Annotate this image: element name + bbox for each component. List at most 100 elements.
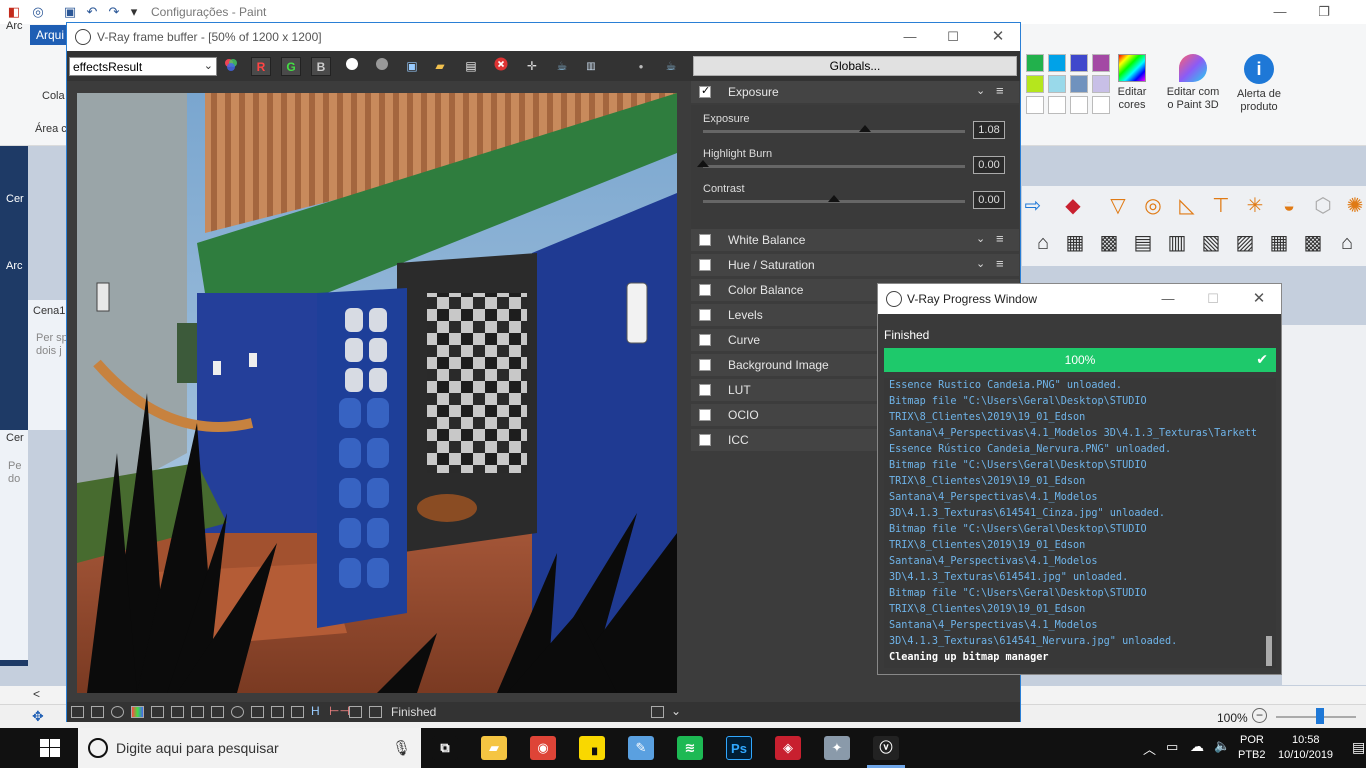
layer-checkbox[interactable] bbox=[699, 334, 711, 346]
layer-checkbox[interactable] bbox=[699, 259, 711, 271]
menu-icon[interactable]: ≡ bbox=[996, 83, 1004, 98]
zoom-fit-icon[interactable] bbox=[291, 706, 304, 718]
blue-channel-button[interactable]: B bbox=[311, 57, 331, 76]
omni-light-icon[interactable]: ✳ bbox=[1242, 193, 1268, 219]
vfb-close-button[interactable]: ✕ bbox=[988, 28, 1008, 46]
vray-icon[interactable]: ⓥ bbox=[873, 736, 899, 760]
task-view-icon[interactable]: ⧉ bbox=[432, 736, 458, 760]
contrast-slider-thumb[interactable] bbox=[828, 195, 840, 202]
contrast-value-field[interactable]: 0.00 bbox=[973, 191, 1005, 209]
render-channel-select[interactable]: effectsResult ⌄ bbox=[69, 57, 217, 76]
chevron-up-icon[interactable]: ︿ bbox=[1143, 739, 1156, 758]
sketchup-icon[interactable]: ◈ bbox=[775, 736, 801, 760]
color-swatch[interactable] bbox=[1092, 75, 1110, 93]
microphone-icon[interactable]: 🎙 bbox=[392, 739, 411, 757]
h-mirror-icon[interactable]: ⊢⊣ bbox=[329, 704, 350, 718]
lens-icon[interactable] bbox=[231, 706, 244, 718]
sketch-tool-icon[interactable]: ▩ bbox=[1300, 230, 1326, 256]
vfb-maximize-button[interactable]: ☐ bbox=[943, 28, 963, 46]
export-icon[interactable]: ⇨ bbox=[1020, 193, 1046, 219]
menu-icon[interactable]: ≡ bbox=[996, 256, 1004, 271]
sketch-tool-icon[interactable]: ⌂ bbox=[1030, 230, 1056, 256]
file-tab[interactable]: Arqui bbox=[30, 25, 70, 45]
layer-exposure[interactable]: Exposure ⌄ ≡ bbox=[691, 81, 1019, 103]
collapse-icon[interactable]: ⌄ bbox=[976, 232, 985, 245]
render-teapot-icon[interactable]: ☕ bbox=[661, 57, 681, 76]
progress-maximize-button[interactable]: ☐ bbox=[1203, 290, 1223, 308]
layer-checkbox[interactable] bbox=[699, 409, 711, 421]
paint-restore-button[interactable]: ❐ bbox=[1314, 3, 1334, 21]
green-channel-button[interactable]: G bbox=[281, 57, 301, 76]
stop-render-icon[interactable] bbox=[491, 57, 511, 76]
photoshop-icon[interactable]: Ps bbox=[726, 736, 752, 760]
sketch-tool-icon[interactable]: ▨ bbox=[1232, 230, 1258, 256]
customize-toolbar-icon[interactable]: ▾ bbox=[126, 4, 142, 20]
collapse-icon[interactable]: ⌄ bbox=[976, 84, 985, 97]
edit-colors-button[interactable]: Editar cores bbox=[1112, 54, 1152, 112]
clipboard-icon[interactable]: ▤ bbox=[461, 57, 481, 76]
exposure-value-field[interactable]: 1.08 bbox=[973, 121, 1005, 139]
color-swatch[interactable] bbox=[1070, 96, 1088, 114]
color-swatch[interactable] bbox=[1092, 54, 1110, 72]
test-resolution-icon[interactable] bbox=[349, 706, 362, 718]
menu-icon[interactable]: ≡ bbox=[996, 231, 1004, 246]
network-icon[interactable]: ▭ bbox=[1166, 739, 1178, 755]
onedrive-icon[interactable]: ☁ bbox=[1190, 738, 1204, 755]
window-icon[interactable] bbox=[651, 706, 664, 718]
sketch-tool-icon[interactable]: ▥ bbox=[1164, 230, 1190, 256]
undo-icon[interactable]: ↶ bbox=[84, 4, 100, 20]
save-icon[interactable]: ▣ bbox=[62, 4, 78, 20]
stop-icon[interactable]: ● bbox=[631, 57, 651, 76]
sidebar-toggle-icon[interactable] bbox=[71, 706, 84, 718]
notification-icon[interactable]: ▤ bbox=[1352, 739, 1365, 756]
exposure-slider-thumb[interactable] bbox=[859, 125, 872, 132]
layer-checkbox[interactable] bbox=[699, 84, 711, 98]
zoom-slider-thumb[interactable] bbox=[1316, 708, 1324, 724]
teapot-icon[interactable]: ☕ bbox=[552, 57, 572, 76]
layer-checkbox[interactable] bbox=[699, 434, 711, 446]
sketch-tool-icon[interactable]: ▩ bbox=[1096, 230, 1122, 256]
log-scrollbar[interactable] bbox=[1266, 636, 1272, 666]
color-swatch[interactable] bbox=[1070, 54, 1088, 72]
layer-white-balance[interactable]: White Balance ⌄ ≡ bbox=[691, 229, 1019, 251]
vfb-minimize-button[interactable]: — bbox=[900, 28, 920, 46]
chrome-icon[interactable]: ◉ bbox=[530, 736, 556, 760]
color-correction-icon[interactable] bbox=[131, 706, 144, 718]
clock-date[interactable]: 10/10/2019 bbox=[1278, 749, 1333, 761]
sticky-notes-icon[interactable]: ▗ bbox=[579, 736, 605, 760]
picture-icon[interactable] bbox=[251, 706, 264, 718]
color-swatch[interactable] bbox=[1026, 96, 1044, 114]
highlight-burn-slider[interactable] bbox=[703, 165, 965, 168]
link-icon[interactable] bbox=[369, 706, 382, 718]
color-swatch[interactable] bbox=[1026, 54, 1044, 72]
paint-icon[interactable]: ✎ bbox=[628, 736, 654, 760]
language-bottom[interactable]: PTB2 bbox=[1238, 749, 1266, 761]
color-swatch[interactable] bbox=[1026, 75, 1044, 93]
red-channel-button[interactable]: R bbox=[251, 57, 271, 76]
layer-checkbox[interactable] bbox=[699, 384, 711, 396]
taskbar-search-box[interactable]: Digite aqui para pesquisar 🎙 bbox=[78, 728, 421, 768]
track-mouse-icon[interactable] bbox=[271, 706, 284, 718]
stamp-icon[interactable] bbox=[171, 706, 184, 718]
paint-palette-icon[interactable]: ✦ bbox=[824, 736, 850, 760]
windows-start-icon[interactable] bbox=[40, 739, 60, 757]
ie-icon[interactable]: ◎ bbox=[30, 4, 46, 20]
highlight-burn-value-field[interactable]: 0.00 bbox=[973, 156, 1005, 174]
history-icon[interactable]: ▥ bbox=[581, 57, 601, 76]
scroll-left-icon[interactable]: < bbox=[33, 687, 40, 701]
file-explorer-icon[interactable]: ▰ bbox=[481, 736, 507, 760]
sphere-light-icon[interactable]: ◎ bbox=[1140, 193, 1166, 219]
sketch-tool-icon[interactable]: ▦ bbox=[1062, 230, 1088, 256]
color-swatch[interactable] bbox=[1048, 54, 1066, 72]
open-folder-icon[interactable]: ▰ bbox=[430, 57, 450, 76]
ruby-icon[interactable]: ◆ bbox=[1060, 193, 1086, 219]
language-top[interactable]: POR bbox=[1240, 734, 1264, 746]
edit-paint3d-button[interactable]: Editar com o Paint 3D bbox=[1163, 54, 1223, 112]
region-render-icon[interactable]: ✛ bbox=[522, 57, 542, 76]
layer-checkbox[interactable] bbox=[699, 284, 711, 296]
history-icon[interactable] bbox=[91, 706, 104, 718]
lens-effects-icon[interactable] bbox=[151, 706, 164, 718]
paint-minimize-button[interactable]: — bbox=[1270, 3, 1290, 21]
spot-light-icon[interactable]: ▽ bbox=[1105, 193, 1131, 219]
color-swatch[interactable] bbox=[1092, 96, 1110, 114]
